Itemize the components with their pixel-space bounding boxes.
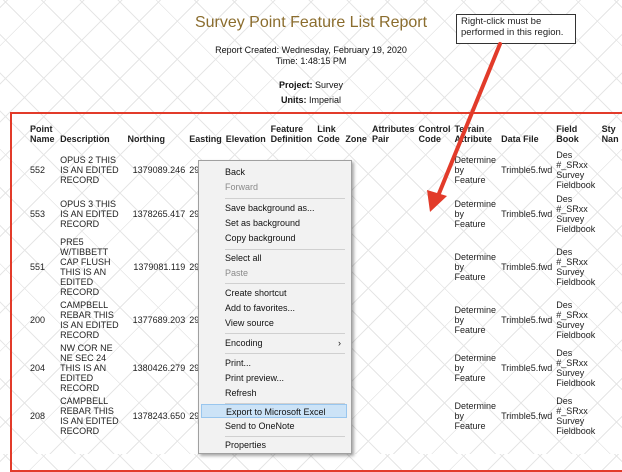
menu-separator	[225, 283, 345, 284]
menu-item-create-shortcut[interactable]: Create shortcut	[201, 286, 347, 300]
menu-item-set-background[interactable]: Set as background	[201, 216, 347, 230]
menu-item-forward[interactable]: Forward	[201, 180, 347, 194]
menu-item-select-all[interactable]: Select all	[201, 251, 347, 265]
menu-item-encoding[interactable]: Encoding ›	[201, 336, 347, 350]
chevron-right-icon: ›	[338, 338, 341, 348]
menu-separator	[225, 198, 345, 199]
menu-item-print[interactable]: Print...	[201, 356, 347, 370]
menu-item-send-onenote[interactable]: Send to OneNote	[201, 419, 347, 433]
menu-separator	[225, 353, 345, 354]
menu-separator	[225, 249, 345, 250]
menu-item-export-excel[interactable]: Export to Microsoft Excel	[201, 404, 347, 418]
menu-item-view-source[interactable]: View source	[201, 316, 347, 330]
menu-item-add-to-favorites[interactable]: Add to favorites...	[201, 301, 347, 315]
menu-item-paste[interactable]: Paste	[201, 266, 347, 280]
context-menu: Back Forward Save background as... Set a…	[198, 160, 352, 454]
menu-item-copy-background[interactable]: Copy background	[201, 231, 347, 245]
menu-item-label: Encoding	[225, 338, 263, 348]
menu-separator	[225, 436, 345, 437]
menu-item-save-background[interactable]: Save background as...	[201, 201, 347, 215]
menu-item-print-preview[interactable]: Print preview...	[201, 371, 347, 385]
menu-item-properties[interactable]: Properties	[201, 438, 347, 452]
menu-separator	[225, 333, 345, 334]
menu-item-refresh[interactable]: Refresh	[201, 386, 347, 400]
menu-item-back[interactable]: Back	[201, 165, 347, 179]
